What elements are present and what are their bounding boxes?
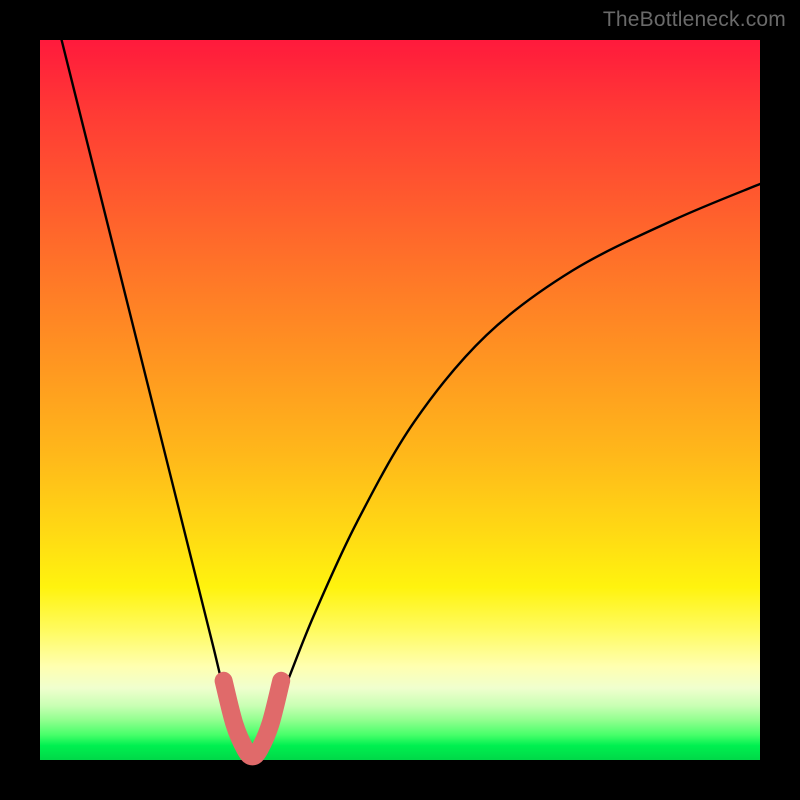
highlight-band	[224, 681, 282, 757]
curve-layer	[40, 40, 760, 760]
watermark-text: TheBottleneck.com	[603, 8, 786, 32]
bottleneck-curve	[62, 40, 760, 756]
chart-frame: TheBottleneck.com	[0, 0, 800, 800]
plot-area	[40, 40, 760, 760]
